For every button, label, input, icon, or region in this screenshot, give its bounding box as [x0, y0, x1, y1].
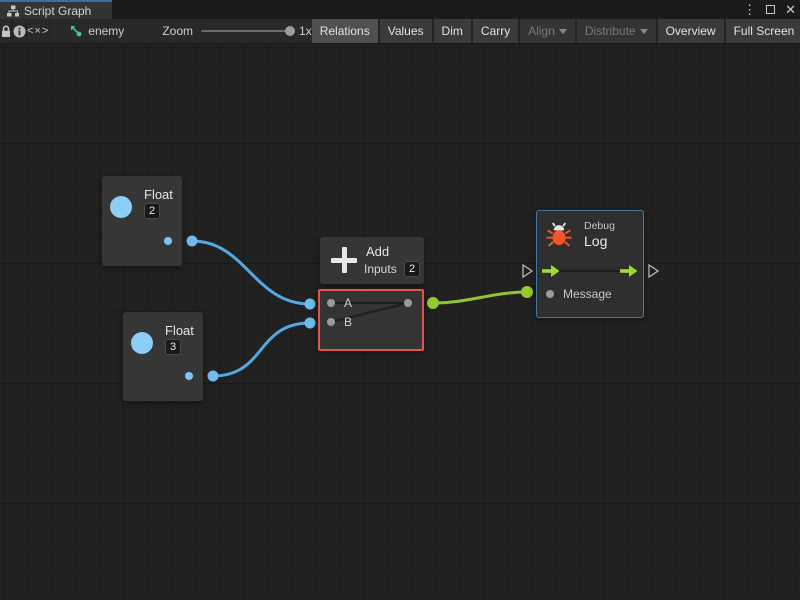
node-title: Log — [584, 233, 607, 249]
zoom-slider[interactable] — [201, 30, 291, 32]
align-label: Align — [528, 24, 555, 38]
code-icon: <×> — [27, 25, 49, 37]
add-output-port[interactable] — [404, 299, 412, 307]
node-title: Add — [366, 244, 389, 259]
float-value-field[interactable]: 2 — [144, 203, 160, 219]
inspect-button[interactable] — [13, 19, 27, 43]
wire-endpoint[interactable] — [521, 286, 533, 298]
wire-endpoint[interactable] — [187, 236, 198, 247]
wire-endpoint[interactable] — [305, 299, 316, 310]
title-bar: Script Graph ⋮ ✕ — [0, 0, 800, 19]
flow-input-arrow-icon[interactable] — [542, 264, 560, 278]
info-icon — [13, 25, 26, 38]
tab-script-graph[interactable]: Script Graph — [0, 0, 112, 19]
distribute-dropdown[interactable]: Distribute — [577, 19, 656, 43]
maximize-icon[interactable] — [766, 5, 775, 14]
toggle-relations[interactable]: Relations — [312, 19, 378, 43]
toggle-carry-label: Carry — [481, 24, 510, 38]
add-input-a-port[interactable] — [327, 299, 335, 307]
toggle-values-label: Values — [388, 24, 424, 38]
toggle-dim-label: Dim — [442, 24, 463, 38]
graph-hierarchy-icon — [7, 5, 19, 17]
node-category: Debug — [584, 220, 615, 232]
overview-button[interactable]: Overview — [658, 19, 724, 43]
float-type-icon — [131, 332, 153, 354]
node-title: Float — [165, 323, 194, 338]
add-icon — [331, 247, 357, 273]
node-float-bottom[interactable]: Float 3 — [123, 312, 203, 401]
wire-float3-to-addB[interactable] — [213, 323, 310, 376]
lock-icon — [0, 25, 12, 38]
distribute-label: Distribute — [585, 24, 636, 38]
node-title: Float — [144, 187, 173, 202]
overview-label: Overview — [666, 24, 716, 38]
node-add-body-selected[interactable]: A B — [318, 289, 424, 351]
zoom-control: Zoom 1x — [162, 19, 311, 43]
window-controls: ⋮ ✕ — [743, 0, 796, 19]
node-debug-log[interactable]: Debug Log Message — [536, 210, 644, 318]
wire-float2-to-addA[interactable] — [192, 241, 310, 304]
toggle-relations-label: Relations — [320, 24, 370, 38]
graph-name: enemy — [88, 24, 124, 38]
flow-output-arrow-icon[interactable] — [620, 264, 638, 278]
wire-endpoint[interactable] — [427, 297, 439, 309]
add-input-b-port[interactable] — [327, 318, 335, 326]
chevron-down-icon — [640, 29, 648, 34]
close-icon[interactable]: ✕ — [785, 0, 796, 19]
port-a-label: A — [344, 296, 352, 310]
flow-input-triangle[interactable] — [523, 265, 532, 277]
wire-endpoint[interactable] — [208, 371, 219, 382]
lock-button[interactable] — [0, 19, 13, 43]
node-float-top[interactable]: Float 2 — [102, 176, 182, 266]
chevron-down-icon — [559, 29, 567, 34]
flow-output-triangle[interactable] — [649, 265, 658, 277]
message-port-label: Message — [563, 287, 612, 301]
graph-breadcrumb[interactable]: enemy — [70, 19, 124, 43]
inputs-count-field[interactable]: 2 — [404, 261, 420, 277]
tab-title: Script Graph — [24, 4, 91, 18]
align-dropdown[interactable]: Align — [520, 19, 575, 43]
flow-relation-line — [557, 270, 623, 272]
graph-toolbar: <×> enemy Zoom 1x Relations Values Dim C… — [0, 19, 800, 44]
float-value-field[interactable]: 3 — [165, 339, 181, 355]
float-output-port[interactable] — [164, 237, 172, 245]
toggle-carry[interactable]: Carry — [473, 19, 518, 43]
toolbar-toggles: Relations Values Dim Carry Align Distrib… — [312, 19, 800, 43]
script-graph-asset-icon — [70, 25, 83, 38]
wire-endpoint[interactable] — [305, 318, 316, 329]
kebab-menu-icon[interactable]: ⋮ — [743, 0, 756, 19]
toggle-values[interactable]: Values — [380, 19, 432, 43]
code-preview-button[interactable]: <×> — [27, 19, 50, 43]
float-output-port[interactable] — [185, 372, 193, 380]
inputs-label: Inputs — [364, 262, 397, 276]
relation-line-b — [331, 302, 408, 323]
zoom-slider-handle[interactable] — [285, 26, 295, 36]
node-add-header[interactable]: Add Inputs 2 — [320, 237, 424, 284]
port-b-label: B — [344, 315, 352, 329]
zoom-value: 1x — [299, 24, 312, 38]
float-type-icon — [110, 196, 132, 218]
wire-add-to-log[interactable] — [433, 292, 527, 303]
full-screen-button[interactable]: Full Screen — [726, 19, 800, 43]
bug-icon — [545, 222, 573, 247]
full-screen-label: Full Screen — [734, 24, 795, 38]
zoom-label: Zoom — [162, 24, 193, 38]
message-input-port[interactable] — [546, 290, 554, 298]
toggle-dim[interactable]: Dim — [434, 19, 471, 43]
graph-canvas[interactable]: Float 2 Float 3 Add Inputs 2 A B Debug — [0, 44, 800, 600]
